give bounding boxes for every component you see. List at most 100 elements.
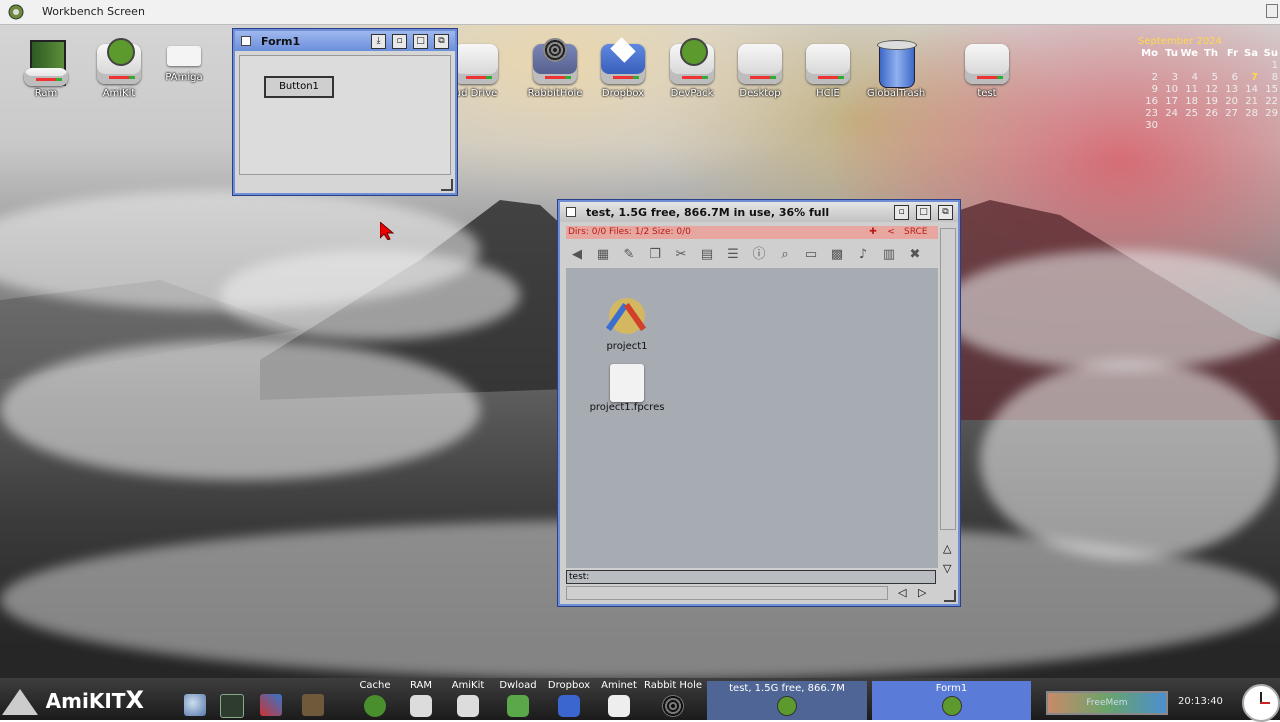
person-icon[interactable] xyxy=(302,694,324,716)
desktop-icon-label: test xyxy=(977,88,997,99)
list-view-icon[interactable]: ☰ xyxy=(722,246,744,264)
freemem-meter: FreeMem xyxy=(1046,691,1168,715)
calendar-day: 10 xyxy=(1165,84,1178,95)
calendar-weekday: We xyxy=(1180,48,1198,59)
dock-label: Aminet xyxy=(601,680,637,691)
close-tool-icon[interactable]: ✖ xyxy=(904,246,926,264)
logo-triangle-icon xyxy=(2,689,38,715)
desktop-icon-pamiga[interactable]: PAmiga xyxy=(144,38,224,83)
dock-item-dropbox[interactable]: Dropbox xyxy=(541,680,597,717)
copy-icon[interactable]: ❐ xyxy=(644,246,666,264)
file-manager-window[interactable]: test, 1.5G free, 866.7M in use, 36% full… xyxy=(558,200,960,606)
grid-view-icon[interactable]: ▦ xyxy=(592,246,614,264)
edit-icon[interactable]: ✎ xyxy=(618,246,640,264)
dock-item-dwload[interactable]: Dwload xyxy=(490,680,546,717)
vertical-scrollbar[interactable] xyxy=(940,228,956,530)
calendar-day: 23 xyxy=(1145,108,1158,119)
screen-title: Workbench Screen xyxy=(42,5,145,18)
file-item-project1-fpcres[interactable]: project1.fpcres xyxy=(582,364,672,413)
calendar-day: 25 xyxy=(1185,108,1198,119)
tools-icon[interactable] xyxy=(260,694,282,716)
close-icon[interactable] xyxy=(566,207,576,217)
sound-icon[interactable]: ♪ xyxy=(852,246,874,264)
desktop-icon-label: PAmiga xyxy=(165,72,203,83)
calendar-day: 15 xyxy=(1265,84,1278,95)
tiles-icon[interactable]: ▩ xyxy=(826,246,848,264)
cut-icon[interactable]: ✂ xyxy=(670,246,692,264)
path-field[interactable]: test: xyxy=(566,570,936,584)
depth-icon[interactable]: ⧉ xyxy=(938,205,953,220)
status-bar: Dirs: 0/0 Files: 1/2 Size: 0/0 ✚ < SRCE xyxy=(566,226,938,239)
file-list-area[interactable]: project1 project1.fpcres xyxy=(566,268,938,568)
file-item-project1[interactable]: project1 xyxy=(582,294,672,352)
calendar-day: 28 xyxy=(1245,108,1258,119)
calendar-day xyxy=(1158,60,1178,72)
scroll-up-icon[interactable]: △ xyxy=(943,542,951,555)
ram-icon xyxy=(21,38,71,88)
calendar-month: September 2024 xyxy=(1138,36,1222,47)
screen-depth-icon[interactable] xyxy=(1266,4,1278,18)
calendar-day: 27 xyxy=(1225,108,1238,119)
file-item-label: project1.fpcres xyxy=(589,402,665,413)
devpack-drive-icon xyxy=(667,38,717,88)
calendar-weekdays: Mo Tu We Th Fr Sa Su xyxy=(1138,48,1278,60)
task-button-test-window[interactable]: test, 1.5G free, 866.7M xyxy=(707,681,867,720)
calendar-day: 22 xyxy=(1265,96,1278,107)
maximize-icon[interactable]: □ xyxy=(413,34,428,49)
paste-icon[interactable]: ▤ xyxy=(696,246,718,264)
resize-handle-icon[interactable] xyxy=(944,590,956,602)
form1-window[interactable]: Form1 ⤓ ▫ □ ⧉ Button1 xyxy=(233,29,457,195)
window-title: test, 1.5G free, 866.7M in use, 36% full xyxy=(586,206,830,219)
add-icon[interactable]: ✚ xyxy=(866,226,880,239)
gear-icon[interactable] xyxy=(6,2,26,22)
scroll-right-icon[interactable]: ▷ xyxy=(918,586,926,599)
calendar-day: 5 xyxy=(1211,72,1218,83)
search-icon[interactable] xyxy=(184,694,206,716)
calendar-day: 7 xyxy=(1251,72,1258,83)
file-item-label: project1 xyxy=(606,341,648,352)
calendar-weekday: Su xyxy=(1263,48,1278,59)
scroll-left-icon[interactable]: ◁ xyxy=(898,586,906,599)
desktop-icon-label: AmiKit xyxy=(102,88,136,99)
info-icon[interactable]: ⓘ xyxy=(748,246,770,264)
rabbithole-icon xyxy=(530,38,580,88)
form1-title-bar[interactable]: Form1 ⤓ ▫ □ ⧉ xyxy=(235,31,455,51)
download-icon xyxy=(507,695,529,717)
file-window-title-bar[interactable]: test, 1.5G free, 866.7M in use, 36% full… xyxy=(560,202,958,222)
task-label: test, 1.5G free, 866.7M xyxy=(729,683,845,694)
zoom-icon[interactable]: ▫ xyxy=(894,205,909,220)
dock-item-amikit[interactable]: AmiKit xyxy=(440,680,496,717)
desktop-icon-test[interactable]: test xyxy=(947,38,1027,99)
zoom-icon[interactable]: ▫ xyxy=(392,34,407,49)
desktop-icon-dropbox[interactable]: Dropbox xyxy=(583,37,663,99)
scroll-down-icon[interactable]: ▽ xyxy=(943,562,951,575)
dock-item-rabbit-hole[interactable]: Rabbit Hole xyxy=(640,680,706,717)
horizontal-scrollbar[interactable] xyxy=(566,586,888,600)
rabbithole-icon xyxy=(662,695,684,717)
back-icon[interactable]: ◀ xyxy=(566,246,588,264)
calendar-day: 11 xyxy=(1185,84,1198,95)
calendar-day: 6 xyxy=(1231,72,1238,83)
cloud xyxy=(980,360,1280,560)
resize-handle-icon[interactable] xyxy=(441,179,453,191)
cloud xyxy=(0,340,480,480)
maximize-icon[interactable]: □ xyxy=(916,205,931,220)
dock-label: Rabbit Hole xyxy=(644,680,702,691)
task-button-form1[interactable]: Form1 xyxy=(872,681,1031,720)
desktop-icon-globaltrash[interactable]: GlobalTrash xyxy=(856,38,936,99)
close-icon[interactable] xyxy=(241,36,251,46)
calendar-day: 26 xyxy=(1205,108,1218,119)
analog-clock-icon[interactable] xyxy=(1242,684,1280,722)
srce-label[interactable]: SRCE xyxy=(904,226,928,239)
delete-icon[interactable]: ▥ xyxy=(878,246,900,264)
iconify-icon[interactable]: ⤓ xyxy=(371,34,386,49)
dock-item-aminet[interactable]: Aminet xyxy=(591,680,647,717)
depth-icon[interactable]: ⧉ xyxy=(434,34,449,49)
desktop-icon-ram[interactable]: Ram xyxy=(6,38,86,99)
amikit-logo[interactable]: AmiKITX xyxy=(0,686,160,720)
button1[interactable]: Button1 xyxy=(264,76,334,98)
document-icon[interactable]: ▭ xyxy=(800,246,822,264)
search-icon[interactable]: ⌕ xyxy=(774,246,796,264)
back-arrow-icon[interactable]: < xyxy=(884,226,898,239)
shell-icon[interactable] xyxy=(220,694,244,718)
